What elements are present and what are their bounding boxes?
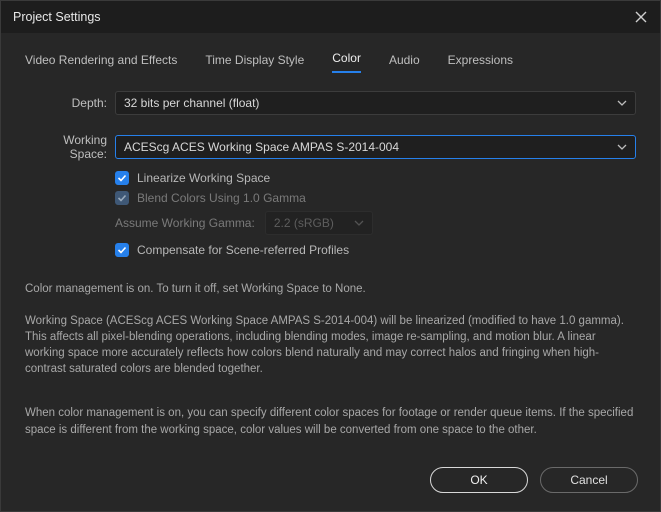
dialog-footer: OK Cancel bbox=[1, 453, 660, 511]
depth-label: Depth: bbox=[23, 96, 107, 110]
assume-gamma-select: 2.2 (sRGB) bbox=[265, 211, 373, 235]
compensate-label: Compensate for Scene-referred Profiles bbox=[137, 243, 349, 257]
close-icon[interactable] bbox=[634, 10, 648, 24]
window-title: Project Settings bbox=[13, 10, 101, 24]
chevron-down-icon bbox=[354, 218, 364, 228]
info-block: Color management is on. To turn it off, … bbox=[1, 271, 660, 442]
blend-label: Blend Colors Using 1.0 Gamma bbox=[137, 191, 306, 205]
info-para2: When color management is on, you can spe… bbox=[25, 405, 636, 437]
info-line1: Color management is on. To turn it off, … bbox=[25, 281, 636, 297]
color-form: Depth: 32 bits per channel (float) Worki… bbox=[1, 83, 660, 271]
tab-color[interactable]: Color bbox=[332, 51, 361, 73]
tab-time-display[interactable]: Time Display Style bbox=[205, 53, 304, 73]
working-space-value: ACEScg ACES Working Space AMPAS S-2014-0… bbox=[124, 140, 399, 154]
tab-bar: Video Rendering and Effects Time Display… bbox=[1, 33, 660, 83]
linearize-checkbox[interactable] bbox=[115, 171, 129, 185]
working-space-select[interactable]: ACEScg ACES Working Space AMPAS S-2014-0… bbox=[115, 135, 636, 159]
blend-checkbox bbox=[115, 191, 129, 205]
ok-button[interactable]: OK bbox=[430, 467, 528, 493]
chevron-down-icon bbox=[617, 98, 627, 108]
compensate-checkbox[interactable] bbox=[115, 243, 129, 257]
working-space-label: Working Space: bbox=[23, 133, 107, 161]
tab-expressions[interactable]: Expressions bbox=[448, 53, 513, 73]
depth-value: 32 bits per channel (float) bbox=[124, 96, 259, 110]
assume-gamma-value: 2.2 (sRGB) bbox=[274, 216, 334, 230]
chevron-down-icon bbox=[617, 142, 627, 152]
depth-select[interactable]: 32 bits per channel (float) bbox=[115, 91, 636, 115]
tab-video-rendering[interactable]: Video Rendering and Effects bbox=[25, 53, 177, 73]
tab-audio[interactable]: Audio bbox=[389, 53, 420, 73]
assume-gamma-label: Assume Working Gamma: bbox=[115, 216, 255, 230]
titlebar: Project Settings bbox=[1, 1, 660, 33]
project-settings-dialog: Project Settings Video Rendering and Eff… bbox=[0, 0, 661, 512]
cancel-button[interactable]: Cancel bbox=[540, 467, 638, 493]
info-para1: Working Space (ACEScg ACES Working Space… bbox=[25, 313, 636, 377]
linearize-label: Linearize Working Space bbox=[137, 171, 270, 185]
